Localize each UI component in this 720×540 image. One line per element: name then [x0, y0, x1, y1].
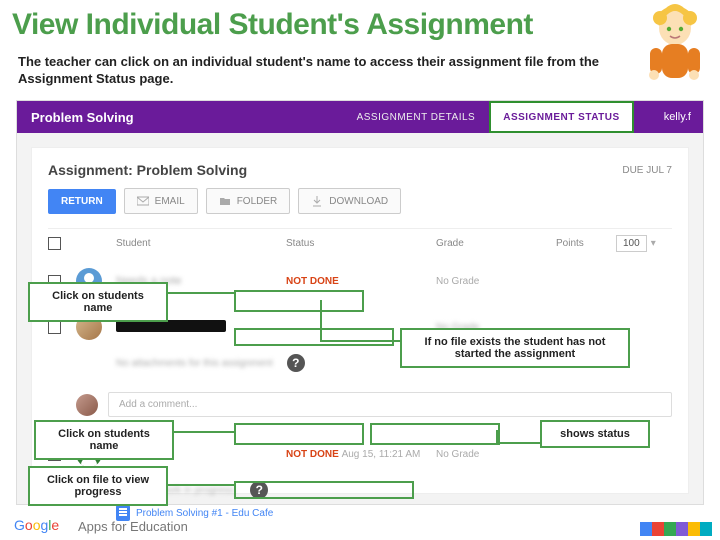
- toolbar: RETURN EMAIL FOLDER DOWNLOAD: [48, 188, 672, 214]
- classroom-topbar: Problem Solving ASSIGNMENT DETAILS ASSIG…: [17, 101, 703, 133]
- slide-title: View Individual Student's Assignment: [12, 8, 533, 42]
- help-icon[interactable]: ?: [287, 354, 305, 372]
- highlight-box: [234, 423, 364, 445]
- highlight-box: [234, 328, 394, 346]
- status-badge: NOT DONE: [286, 276, 436, 287]
- col-grade: Grade: [436, 238, 556, 249]
- download-button[interactable]: DOWNLOAD: [298, 188, 401, 214]
- comment-input[interactable]: Add a comment...: [108, 392, 672, 417]
- grade-cell: No Grade: [436, 276, 576, 287]
- color-bars: [640, 522, 712, 536]
- points-value[interactable]: 100: [616, 235, 647, 252]
- return-button[interactable]: RETURN: [48, 189, 116, 214]
- slide-intro: The teacher can click on an individual s…: [18, 54, 618, 88]
- col-student: Student: [116, 238, 286, 249]
- row-checkbox[interactable]: [48, 321, 61, 334]
- col-status: Status: [286, 238, 436, 249]
- due-date: DUE JUL 7: [622, 165, 672, 176]
- folder-icon: [219, 195, 231, 207]
- brand-suffix: Apps for Education: [78, 519, 188, 534]
- callout: If no file exists the student has not st…: [400, 328, 630, 368]
- assignment-title: Assignment: Problem Solving: [48, 162, 247, 178]
- user-name[interactable]: kelly.f: [634, 111, 703, 123]
- download-icon: [311, 195, 323, 207]
- callout: Click on students name: [34, 420, 174, 460]
- status-badge: NOT DONE Aug 15, 11:21 AM: [286, 449, 436, 460]
- tab-status[interactable]: ASSIGNMENT STATUS: [489, 101, 633, 133]
- col-points: Points: [556, 238, 616, 249]
- select-all-checkbox[interactable]: [48, 237, 61, 250]
- highlight-box: [234, 290, 364, 312]
- folder-button[interactable]: FOLDER: [206, 188, 291, 214]
- grade-cell: No Grade: [436, 449, 576, 460]
- callout: Click on file to view progress: [28, 466, 168, 506]
- tab-details[interactable]: ASSIGNMENT DETAILS: [343, 101, 490, 133]
- highlight-box: [370, 423, 500, 445]
- table-header: Student Status Grade Points 100 ▾: [48, 228, 672, 258]
- chevron-down-icon[interactable]: ▾: [651, 238, 656, 249]
- svg-text:Google: Google: [14, 517, 59, 533]
- google-logo-icon: Google: [14, 516, 74, 536]
- callout: Click on students name: [28, 282, 168, 322]
- highlight-box: [234, 481, 414, 499]
- course-name[interactable]: Problem Solving: [17, 110, 134, 125]
- brand-footer: Google Apps for Education: [14, 516, 188, 536]
- cartoon-teacher: [640, 2, 710, 97]
- email-button[interactable]: EMAIL: [124, 188, 198, 214]
- callout: shows status: [540, 420, 650, 448]
- mail-icon: [137, 195, 149, 207]
- avatar: [76, 394, 98, 416]
